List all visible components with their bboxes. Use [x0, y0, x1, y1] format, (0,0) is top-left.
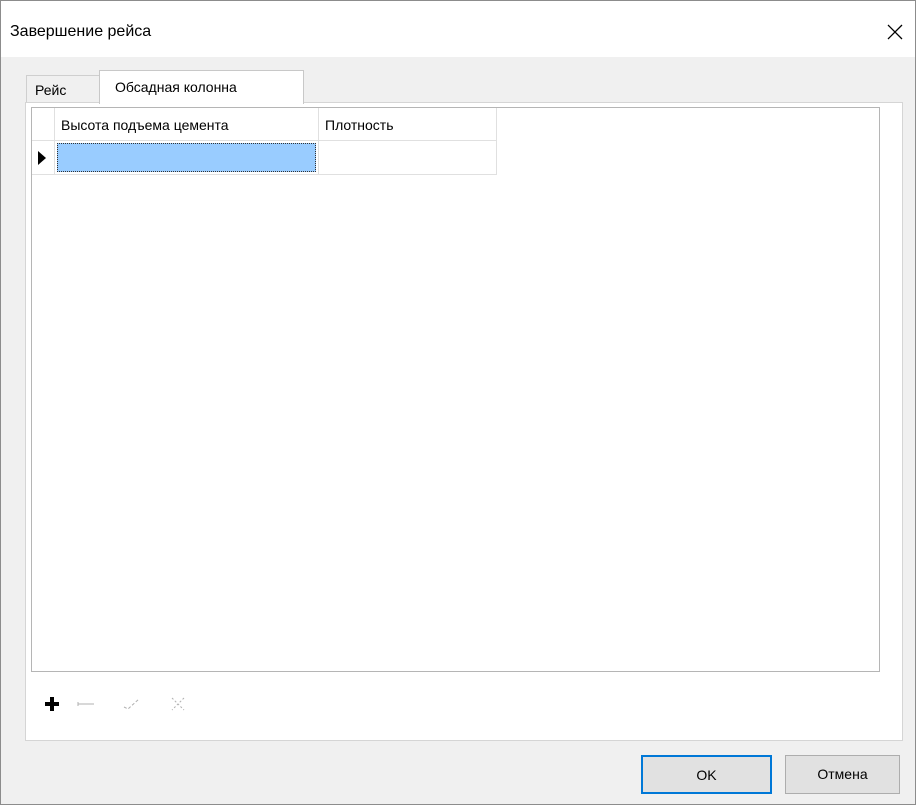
dialog-window: Завершение рейса Рейс Обсадная колонна В…: [0, 0, 916, 805]
column-header-label: Плотность: [325, 117, 394, 133]
remove-row-button[interactable]: [75, 693, 97, 715]
cell-density[interactable]: [319, 141, 497, 175]
cancel-edit-button[interactable]: [167, 693, 189, 715]
column-header-density[interactable]: Плотность: [319, 108, 497, 141]
data-grid[interactable]: Высота подъема цемента Плотность: [31, 107, 880, 672]
close-icon: [887, 24, 903, 40]
cancel-edit-icon: [171, 697, 185, 711]
grid-corner-cell: [32, 108, 55, 141]
grid-header-row: Высота подъема цемента Плотность: [32, 108, 497, 141]
tab-voyage-label: Рейс: [35, 82, 67, 98]
cell-cement-height[interactable]: [55, 141, 319, 175]
remove-icon: [77, 702, 94, 706]
close-button[interactable]: [875, 13, 915, 53]
end-edit-icon: [123, 698, 140, 710]
tab-panel-casing: Высота подъема цемента Плотность: [25, 102, 903, 741]
ok-button-label: OK: [696, 767, 717, 783]
cell-selection-highlight: [57, 143, 316, 172]
add-icon: [45, 697, 59, 711]
ok-button[interactable]: OK: [641, 755, 772, 794]
table-row[interactable]: [32, 141, 497, 175]
grid-navigator-toolbar: [41, 693, 241, 717]
tab-casing[interactable]: Обсадная колонна: [99, 70, 304, 104]
tab-voyage[interactable]: Рейс: [26, 75, 102, 102]
column-header-cement-height[interactable]: Высота подъема цемента: [55, 108, 319, 141]
cancel-button[interactable]: Отмена: [785, 755, 900, 794]
title-bar: Завершение рейса: [1, 1, 915, 57]
current-row-arrow-icon: [38, 151, 46, 165]
row-header[interactable]: [32, 141, 55, 175]
tab-casing-label: Обсадная колонна: [115, 79, 237, 95]
add-row-button[interactable]: [41, 693, 63, 715]
window-title: Завершение рейса: [10, 23, 152, 40]
cancel-button-label: Отмена: [817, 766, 868, 782]
column-header-label: Высота подъема цемента: [61, 117, 229, 133]
end-edit-button[interactable]: [121, 693, 143, 715]
